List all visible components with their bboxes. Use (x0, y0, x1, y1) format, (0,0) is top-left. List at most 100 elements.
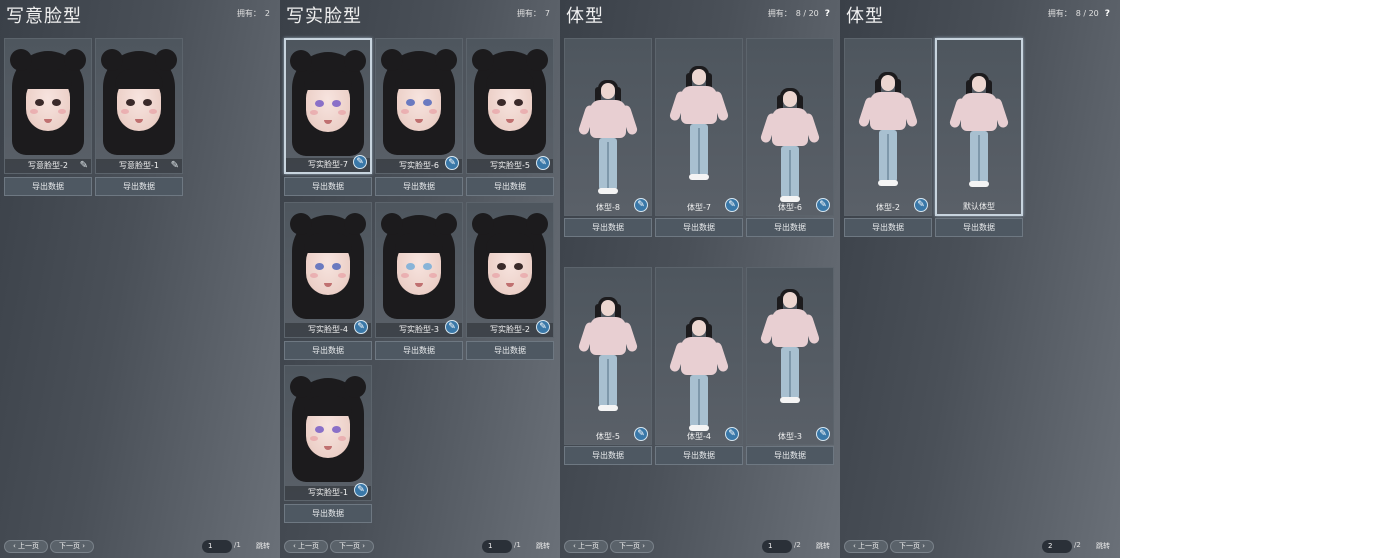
next-page-button[interactable]: 下一页 › (50, 540, 94, 553)
next-page-button[interactable]: 下一页 › (330, 540, 374, 553)
body-card[interactable]: 体型-5 ✎ (564, 267, 652, 445)
export-data-button[interactable]: 导出数据 (466, 341, 554, 360)
prev-page-button[interactable]: ‹ 上一页 (284, 540, 328, 553)
panel-title: 体型 (566, 6, 604, 27)
brush-icon[interactable]: ✎ (353, 155, 367, 169)
export-data-button[interactable]: 导出数据 (375, 341, 463, 360)
brush-icon[interactable]: ✎ (634, 198, 648, 212)
panel-title: 体型 (846, 6, 884, 27)
card-label: 写意脸型-2 (5, 159, 91, 173)
panel-title: 写意脸型 (6, 6, 82, 27)
brush-icon[interactable]: ✎ (354, 320, 368, 334)
page-input[interactable]: 1 (482, 540, 512, 553)
owned-count: 拥有： 7 (516, 9, 550, 18)
face-portrait (470, 213, 550, 323)
export-data-button[interactable]: 导出数据 (375, 177, 463, 196)
chevron-right-icon: › (639, 542, 646, 550)
export-data-button[interactable]: 导出数据 (4, 177, 92, 196)
body-figure (577, 80, 639, 203)
body-card[interactable]: 体型-7 ✎ (655, 38, 743, 216)
question-icon[interactable]: ? (825, 9, 830, 19)
body-card[interactable]: 体型-6 ✎ (746, 38, 834, 216)
face-portrait (8, 49, 88, 159)
face-card[interactable]: 写意脸型-2 ✎ (4, 38, 92, 174)
export-data-button[interactable]: 导出数据 (935, 218, 1023, 237)
question-icon[interactable]: ? (1105, 9, 1110, 19)
face-card[interactable]: 写实脸型-5 ✎ (466, 38, 554, 174)
export-data-button[interactable]: 导出数据 (655, 218, 743, 237)
face-portrait (288, 50, 368, 160)
chevron-right-icon: › (359, 542, 366, 550)
page-total: /1 (234, 541, 241, 549)
face-card[interactable]: 写实脸型-3 ✎ (375, 202, 463, 338)
export-data-button[interactable]: 导出数据 (95, 177, 183, 196)
brush-icon[interactable]: ✎ (816, 427, 830, 441)
brush-icon[interactable]: ✎ (816, 198, 830, 212)
export-data-button[interactable]: 导出数据 (284, 504, 372, 523)
panel-title: 写实脸型 (286, 6, 362, 27)
body-figure (948, 73, 1010, 196)
brush-icon[interactable]: ✎ (725, 427, 739, 441)
brush-icon[interactable]: ✎ (634, 427, 648, 441)
panel-freehand-face: 写意脸型 拥有： 2 写意脸型-2 ✎ 导出数据 写意脸型-1 ✎ 导出数据 ‹… (0, 0, 280, 558)
body-figure (759, 289, 821, 412)
brush-icon[interactable]: ✎ (536, 156, 550, 170)
export-data-button[interactable]: 导出数据 (284, 341, 372, 360)
brush-icon[interactable]: ✎ (914, 198, 928, 212)
owned-count: 拥有： 2 (236, 9, 270, 18)
body-figure (759, 88, 821, 211)
export-data-button[interactable]: 导出数据 (564, 218, 652, 237)
face-portrait (288, 376, 368, 486)
chevron-right-icon: › (79, 542, 86, 550)
face-card[interactable]: 写实脸型-2 ✎ (466, 202, 554, 338)
export-data-button[interactable]: 导出数据 (284, 177, 372, 196)
body-card[interactable]: 默认体型 (935, 38, 1023, 216)
face-card[interactable]: 写实脸型-7 ✎ (284, 38, 372, 174)
prev-page-button[interactable]: ‹ 上一页 (844, 540, 888, 553)
export-data-button[interactable]: 导出数据 (844, 218, 932, 237)
face-card[interactable]: 写实脸型-4 ✎ (284, 202, 372, 338)
export-data-button[interactable]: 导出数据 (564, 446, 652, 465)
body-card[interactable]: 体型-3 ✎ (746, 267, 834, 445)
body-card[interactable]: 体型-8 ✎ (564, 38, 652, 216)
next-page-button[interactable]: 下一页 › (610, 540, 654, 553)
export-data-button[interactable]: 导出数据 (466, 177, 554, 196)
jump-button[interactable]: 跳转 (816, 541, 830, 551)
next-page-button[interactable]: 下一页 › (890, 540, 934, 553)
brush-icon[interactable]: ✎ (80, 160, 88, 171)
face-card[interactable]: 写实脸型-6 ✎ (375, 38, 463, 174)
page-input[interactable]: 2 (1042, 540, 1072, 553)
jump-button[interactable]: 跳转 (536, 541, 550, 551)
body-card[interactable]: 体型-2 ✎ (844, 38, 932, 216)
chevron-right-icon: › (919, 542, 926, 550)
face-portrait (470, 49, 550, 159)
pagination: ‹ 上一页 下一页 › 2 /2 跳转 (844, 540, 1116, 554)
body-figure (577, 297, 639, 420)
export-data-button[interactable]: 导出数据 (746, 446, 834, 465)
prev-page-button[interactable]: ‹ 上一页 (564, 540, 608, 553)
card-label: 写意脸型-1 (96, 159, 182, 173)
page-input[interactable]: 1 (762, 540, 792, 553)
face-card[interactable]: 写意脸型-1 ✎ (95, 38, 183, 174)
body-card[interactable]: 体型-4 ✎ (655, 267, 743, 445)
face-card[interactable]: 写实脸型-1 ✎ (284, 365, 372, 501)
brush-icon[interactable]: ✎ (536, 320, 550, 334)
brush-icon[interactable]: ✎ (354, 483, 368, 497)
page-input[interactable]: 1 (202, 540, 232, 553)
jump-button[interactable]: 跳转 (256, 541, 270, 551)
export-data-button[interactable]: 导出数据 (746, 218, 834, 237)
panel-body-type-page2: 体型 拥有： 8 / 20 ? 体型-2 ✎ 导出数据 默认体型 导出数据 ‹ … (840, 0, 1120, 558)
prev-page-button[interactable]: ‹ 上一页 (4, 540, 48, 553)
owned-count: 拥有： 8 / 20 ? (1047, 8, 1110, 19)
face-portrait (379, 49, 459, 159)
brush-icon[interactable]: ✎ (725, 198, 739, 212)
brush-icon[interactable]: ✎ (445, 320, 459, 334)
body-figure (668, 66, 730, 189)
card-label: 默认体型 (963, 202, 995, 211)
page-total: /2 (1074, 541, 1081, 549)
jump-button[interactable]: 跳转 (1096, 541, 1110, 551)
brush-icon[interactable]: ✎ (171, 160, 179, 171)
pagination: ‹ 上一页 下一页 › 1 /1 跳转 (4, 540, 276, 554)
export-data-button[interactable]: 导出数据 (655, 446, 743, 465)
brush-icon[interactable]: ✎ (445, 156, 459, 170)
